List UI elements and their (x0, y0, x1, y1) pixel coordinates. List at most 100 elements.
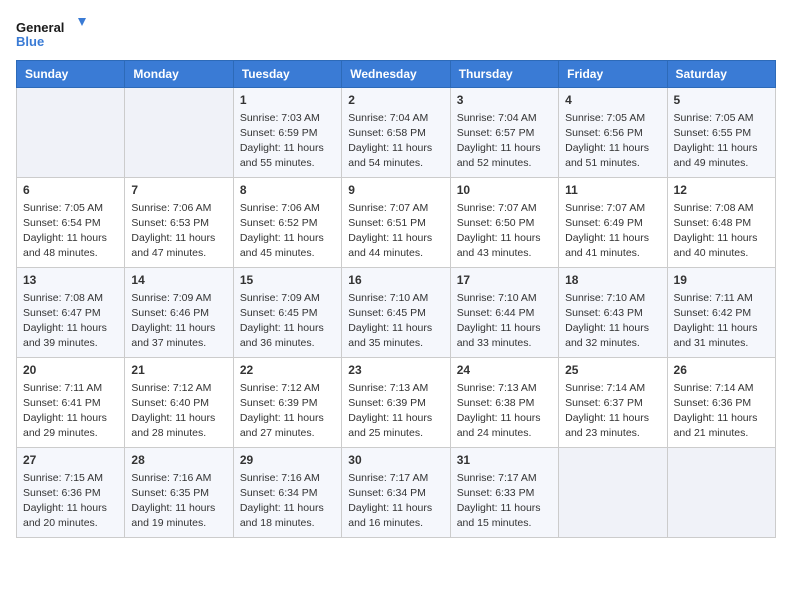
day-number: 4 (565, 92, 660, 109)
day-number: 25 (565, 362, 660, 379)
calendar-cell: 2 Sunrise: 7:04 AMSunset: 6:58 PMDaylight… (342, 88, 450, 178)
calendar-cell: 20Sunrise: 7:11 AMSunset: 6:41 PMDayligh… (17, 358, 125, 448)
day-number: 22 (240, 362, 335, 379)
cell-sun-info: Sunrise: 7:12 AMSunset: 6:40 PMDaylight:… (131, 381, 226, 442)
svg-text:Blue: Blue (16, 34, 44, 48)
day-header-saturday: Saturday (667, 61, 775, 88)
day-number: 23 (348, 362, 443, 379)
day-number: 27 (23, 452, 118, 469)
calendar-cell: 27 Sunrise: 7:15 AMSunset: 6:36 PMDayligh… (17, 448, 125, 538)
day-header-monday: Monday (125, 61, 233, 88)
cell-sun-info: Sunrise: 7:16 AMSunset: 6:35 PMDaylight:… (131, 471, 226, 532)
calendar-cell: 17 Sunrise: 7:10 AMSunset: 6:44 PMDayligh… (450, 268, 558, 358)
cell-sun-info: Sunrise: 7:14 AMSunset: 6:36 PMDaylight:… (674, 381, 769, 442)
day-number: 14 (131, 272, 226, 289)
cell-sun-info: Sunrise: 7:08 AMSunset: 6:47 PMDaylight:… (23, 291, 118, 352)
calendar-cell: 21Sunrise: 7:12 AMSunset: 6:40 PMDayligh… (125, 358, 233, 448)
day-number: 26 (674, 362, 769, 379)
cell-sun-info: Sunrise: 7:15 AMSunset: 6:36 PMDaylight:… (23, 471, 118, 532)
cell-sun-info: Sunrise: 7:13 AMSunset: 6:39 PMDaylight:… (348, 381, 443, 442)
cell-sun-info: Sunrise: 7:04 AMSunset: 6:58 PMDaylight:… (348, 111, 443, 172)
cell-sun-info: Sunrise: 7:07 AMSunset: 6:50 PMDaylight:… (457, 201, 552, 262)
calendar-cell: 11 Sunrise: 7:07 AMSunset: 6:49 PMDayligh… (559, 178, 667, 268)
day-number: 13 (23, 272, 118, 289)
page-header: General Blue (16, 16, 776, 48)
calendar-header-row: SundayMondayTuesdayWednesdayThursdayFrid… (17, 61, 776, 88)
cell-sun-info: Sunrise: 7:04 AMSunset: 6:57 PMDaylight:… (457, 111, 552, 172)
day-number: 9 (348, 182, 443, 199)
calendar-cell (17, 88, 125, 178)
cell-sun-info: Sunrise: 7:12 AMSunset: 6:39 PMDaylight:… (240, 381, 335, 442)
cell-sun-info: Sunrise: 7:10 AMSunset: 6:45 PMDaylight:… (348, 291, 443, 352)
day-number: 16 (348, 272, 443, 289)
day-number: 3 (457, 92, 552, 109)
cell-sun-info: Sunrise: 7:06 AMSunset: 6:53 PMDaylight:… (131, 201, 226, 262)
calendar-cell: 24 Sunrise: 7:13 AMSunset: 6:38 PMDayligh… (450, 358, 558, 448)
cell-sun-info: Sunrise: 7:14 AMSunset: 6:37 PMDaylight:… (565, 381, 660, 442)
calendar-cell: 18 Sunrise: 7:10 AMSunset: 6:43 PMDayligh… (559, 268, 667, 358)
cell-sun-info: Sunrise: 7:03 AMSunset: 6:59 PMDaylight:… (240, 111, 335, 172)
calendar-week-5: 27 Sunrise: 7:15 AMSunset: 6:36 PMDayligh… (17, 448, 776, 538)
cell-sun-info: Sunrise: 7:07 AMSunset: 6:51 PMDaylight:… (348, 201, 443, 262)
day-number: 6 (23, 182, 118, 199)
cell-sun-info: Sunrise: 7:07 AMSunset: 6:49 PMDaylight:… (565, 201, 660, 262)
cell-sun-info: Sunrise: 7:16 AMSunset: 6:34 PMDaylight:… (240, 471, 335, 532)
cell-sun-info: Sunrise: 7:09 AMSunset: 6:46 PMDaylight:… (131, 291, 226, 352)
day-number: 30 (348, 452, 443, 469)
cell-sun-info: Sunrise: 7:10 AMSunset: 6:43 PMDaylight:… (565, 291, 660, 352)
calendar-cell: 5 Sunrise: 7:05 AMSunset: 6:55 PMDaylight… (667, 88, 775, 178)
cell-sun-info: Sunrise: 7:11 AMSunset: 6:41 PMDaylight:… (23, 381, 118, 442)
day-number: 12 (674, 182, 769, 199)
calendar-cell: 25 Sunrise: 7:14 AMSunset: 6:37 PMDayligh… (559, 358, 667, 448)
calendar-cell: 1 Sunrise: 7:03 AMSunset: 6:59 PMDaylight… (233, 88, 341, 178)
day-number: 18 (565, 272, 660, 289)
calendar-cell: 23 Sunrise: 7:13 AMSunset: 6:39 PMDayligh… (342, 358, 450, 448)
calendar-cell: 14 Sunrise: 7:09 AMSunset: 6:46 PMDayligh… (125, 268, 233, 358)
day-number: 10 (457, 182, 552, 199)
cell-sun-info: Sunrise: 7:05 AMSunset: 6:54 PMDaylight:… (23, 201, 118, 262)
calendar-cell: 7 Sunrise: 7:06 AMSunset: 6:53 PMDaylight… (125, 178, 233, 268)
cell-sun-info: Sunrise: 7:13 AMSunset: 6:38 PMDaylight:… (457, 381, 552, 442)
calendar-cell: 22 Sunrise: 7:12 AMSunset: 6:39 PMDayligh… (233, 358, 341, 448)
calendar-week-1: 1 Sunrise: 7:03 AMSunset: 6:59 PMDaylight… (17, 88, 776, 178)
day-header-wednesday: Wednesday (342, 61, 450, 88)
calendar-cell: 19 Sunrise: 7:11 AMSunset: 6:42 PMDayligh… (667, 268, 775, 358)
day-number: 31 (457, 452, 552, 469)
cell-sun-info: Sunrise: 7:10 AMSunset: 6:44 PMDaylight:… (457, 291, 552, 352)
cell-sun-info: Sunrise: 7:06 AMSunset: 6:52 PMDaylight:… (240, 201, 335, 262)
day-number: 2 (348, 92, 443, 109)
calendar-cell: 4Sunrise: 7:05 AMSunset: 6:56 PMDaylight… (559, 88, 667, 178)
calendar-cell: 12 Sunrise: 7:08 AMSunset: 6:48 PMDayligh… (667, 178, 775, 268)
day-number: 15 (240, 272, 335, 289)
calendar-cell: 26 Sunrise: 7:14 AMSunset: 6:36 PMDayligh… (667, 358, 775, 448)
logo: General Blue (16, 16, 88, 48)
cell-sun-info: Sunrise: 7:11 AMSunset: 6:42 PMDaylight:… (674, 291, 769, 352)
cell-sun-info: Sunrise: 7:05 AMSunset: 6:55 PMDaylight:… (674, 111, 769, 172)
cell-sun-info: Sunrise: 7:17 AMSunset: 6:33 PMDaylight:… (457, 471, 552, 532)
day-number: 7 (131, 182, 226, 199)
day-number: 24 (457, 362, 552, 379)
day-number: 28 (131, 452, 226, 469)
day-number: 29 (240, 452, 335, 469)
calendar-cell: 6 Sunrise: 7:05 AMSunset: 6:54 PMDaylight… (17, 178, 125, 268)
calendar-week-4: 20Sunrise: 7:11 AMSunset: 6:41 PMDayligh… (17, 358, 776, 448)
calendar-table: SundayMondayTuesdayWednesdayThursdayFrid… (16, 60, 776, 538)
calendar-cell: 31 Sunrise: 7:17 AMSunset: 6:33 PMDayligh… (450, 448, 558, 538)
calendar-cell: 30Sunrise: 7:17 AMSunset: 6:34 PMDayligh… (342, 448, 450, 538)
day-number: 1 (240, 92, 335, 109)
calendar-cell: 9 Sunrise: 7:07 AMSunset: 6:51 PMDaylight… (342, 178, 450, 268)
day-header-sunday: Sunday (17, 61, 125, 88)
calendar-cell: 15Sunrise: 7:09 AMSunset: 6:45 PMDayligh… (233, 268, 341, 358)
calendar-cell: 3 Sunrise: 7:04 AMSunset: 6:57 PMDaylight… (450, 88, 558, 178)
cell-sun-info: Sunrise: 7:08 AMSunset: 6:48 PMDaylight:… (674, 201, 769, 262)
day-number: 8 (240, 182, 335, 199)
day-number: 19 (674, 272, 769, 289)
calendar-week-3: 13 Sunrise: 7:08 AMSunset: 6:47 PMDayligh… (17, 268, 776, 358)
day-number: 5 (674, 92, 769, 109)
day-number: 11 (565, 182, 660, 199)
calendar-cell: 28 Sunrise: 7:16 AMSunset: 6:35 PMDayligh… (125, 448, 233, 538)
calendar-cell: 8 Sunrise: 7:06 AMSunset: 6:52 PMDaylight… (233, 178, 341, 268)
day-header-thursday: Thursday (450, 61, 558, 88)
calendar-cell: 16 Sunrise: 7:10 AMSunset: 6:45 PMDayligh… (342, 268, 450, 358)
day-number: 17 (457, 272, 552, 289)
